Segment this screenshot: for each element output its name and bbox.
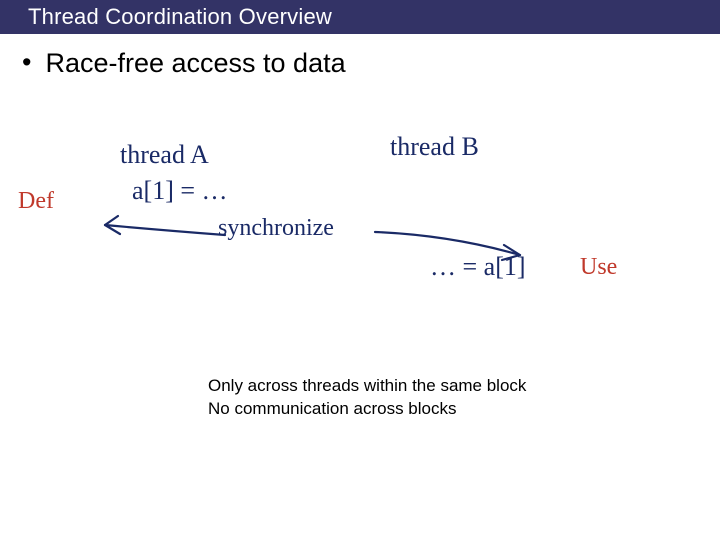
slide-root: Thread Coordination Overview • Race-free…	[0, 0, 720, 540]
hand-synchronize-label: synchronize	[218, 215, 334, 242]
slide-title-bar: Thread Coordination Overview	[0, 0, 720, 34]
hand-def-label: Def	[18, 188, 54, 215]
footer-line-1: Only across threads within the same bloc…	[208, 375, 526, 398]
footer-note: Only across threads within the same bloc…	[208, 375, 526, 421]
hand-thread-a-label: thread A	[120, 140, 209, 170]
hand-thread-a-code: a[1] = …	[132, 176, 228, 206]
arrow-left-icon	[90, 210, 230, 250]
hand-thread-b-label: thread B	[390, 132, 479, 162]
handwriting-area: thread A a[1] = … Def synchronize thread…	[0, 140, 720, 340]
slide-title: Thread Coordination Overview	[28, 4, 332, 29]
hand-thread-b-code: … = a[1]	[430, 252, 526, 282]
footer-line-2: No communication across blocks	[208, 398, 526, 421]
bullet-dot-icon: •	[22, 48, 31, 78]
hand-use-label: Use	[580, 254, 617, 281]
bullet-row: • Race-free access to data	[0, 34, 720, 79]
bullet-text: Race-free access to data	[45, 48, 345, 79]
